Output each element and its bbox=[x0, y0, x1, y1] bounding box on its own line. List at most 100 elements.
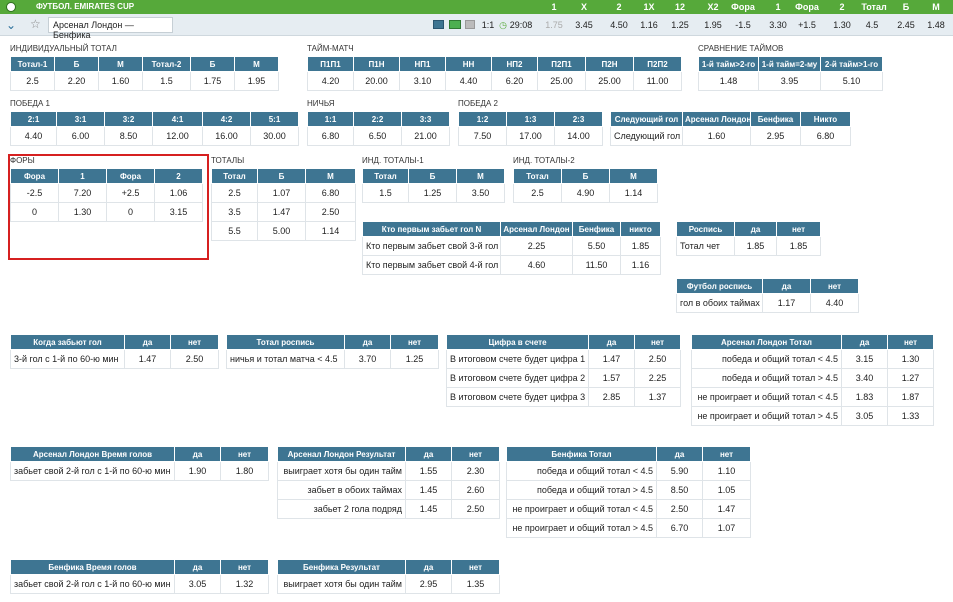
odd-cell[interactable]: 1.45 bbox=[405, 480, 452, 500]
odd-cell[interactable]: 1.17 bbox=[762, 293, 811, 313]
odd-cell[interactable]: 1.07 bbox=[257, 183, 306, 203]
odd-cell[interactable]: 21.00 bbox=[401, 126, 450, 146]
odd-cell[interactable]: 25.00 bbox=[585, 71, 634, 91]
odd-cell[interactable]: 1.85 bbox=[734, 236, 777, 256]
odd-cell[interactable]: 5.5 bbox=[211, 221, 258, 241]
odd-cell[interactable]: 1.80 bbox=[220, 461, 269, 481]
odd-cell[interactable]: 4.40 bbox=[445, 71, 492, 91]
odd-cell[interactable]: 3.30 bbox=[765, 20, 791, 30]
odd-cell[interactable]: 1.60 bbox=[682, 126, 751, 146]
odd-cell[interactable]: 8.50 bbox=[656, 480, 703, 500]
odd-cell[interactable]: 20.00 bbox=[353, 71, 400, 91]
odd-cell[interactable]: 2.50 bbox=[451, 499, 500, 519]
odd-cell[interactable]: 1.48 bbox=[698, 71, 759, 91]
odd-cell[interactable]: 1.57 bbox=[588, 368, 635, 388]
odd-cell[interactable]: 4.60 bbox=[500, 255, 573, 275]
odd-cell[interactable]: 1.07 bbox=[702, 518, 751, 538]
odd-cell[interactable]: 1.47 bbox=[257, 202, 306, 222]
odd-cell[interactable]: 3.95 bbox=[758, 71, 821, 91]
odd-cell[interactable]: 2.5 bbox=[10, 71, 55, 91]
odd-cell[interactable]: 1.05 bbox=[702, 480, 751, 500]
odd-cell[interactable]: 1.83 bbox=[841, 387, 888, 407]
odd-cell[interactable]: 3.5 bbox=[211, 202, 258, 222]
odd-cell[interactable]: 25.00 bbox=[537, 71, 586, 91]
odd-cell[interactable]: 16.00 bbox=[202, 126, 251, 146]
odd-cell[interactable]: 6.80 bbox=[800, 126, 851, 146]
odd-cell[interactable]: 1.75 bbox=[190, 71, 235, 91]
odd-cell[interactable]: 14.00 bbox=[554, 126, 603, 146]
match-name[interactable]: Арсенал Лондон — Бенфика bbox=[48, 17, 173, 40]
odd-cell[interactable]: 1.85 bbox=[776, 236, 821, 256]
odd-cell[interactable]: 1.45 bbox=[405, 499, 452, 519]
odd-cell[interactable]: 1.25 bbox=[408, 183, 457, 203]
odd-cell[interactable]: 3.05 bbox=[174, 574, 221, 594]
odd-cell[interactable]: 2.95 bbox=[405, 574, 452, 594]
odd-cell[interactable]: 1.35 bbox=[451, 574, 500, 594]
odd-cell[interactable]: 2.50 bbox=[305, 202, 356, 222]
odd-cell[interactable]: 7.50 bbox=[458, 126, 507, 146]
odd-cell[interactable]: 2.45 bbox=[893, 20, 919, 30]
odd-cell[interactable]: 4.90 bbox=[561, 183, 610, 203]
odd-cell[interactable]: 3.45 bbox=[571, 20, 597, 30]
odd-cell[interactable]: 1.55 bbox=[405, 461, 452, 481]
odd-cell[interactable]: 5.50 bbox=[572, 236, 621, 256]
odd-cell[interactable]: 2.60 bbox=[451, 480, 500, 500]
odd-cell[interactable]: 1.16 bbox=[636, 20, 662, 30]
field-icon[interactable] bbox=[449, 20, 461, 29]
odd-cell[interactable]: 6.50 bbox=[353, 126, 402, 146]
odd-cell[interactable]: 2.50 bbox=[170, 349, 219, 369]
odd-cell[interactable]: 3.05 bbox=[841, 406, 888, 426]
odd-cell[interactable]: 1.60 bbox=[98, 71, 143, 91]
odd-cell[interactable]: 1.27 bbox=[887, 368, 934, 388]
odd-cell[interactable]: 2.5 bbox=[513, 183, 562, 203]
odd-cell[interactable]: 1.90 bbox=[174, 461, 221, 481]
chevron-down-icon[interactable]: ⌄ bbox=[6, 18, 16, 32]
odd-cell[interactable]: 5.90 bbox=[656, 461, 703, 481]
odd-cell[interactable]: 1.14 bbox=[609, 183, 658, 203]
odd-cell[interactable]: 1.47 bbox=[702, 499, 751, 519]
odd-cell[interactable]: 4.20 bbox=[307, 71, 354, 91]
odd-cell[interactable]: 1.95 bbox=[700, 20, 726, 30]
odd-cell[interactable]: 2.50 bbox=[656, 499, 703, 519]
odd-cell[interactable]: 3.40 bbox=[841, 368, 888, 388]
odd-cell[interactable]: 1.30 bbox=[829, 20, 855, 30]
odd-cell[interactable]: 1.5 bbox=[142, 71, 191, 91]
odd-cell[interactable]: 1.5 bbox=[362, 183, 409, 203]
odd-cell[interactable]: 1.95 bbox=[234, 71, 279, 91]
odd-cell[interactable]: 5.10 bbox=[820, 71, 883, 91]
odd-cell[interactable]: 1.10 bbox=[702, 461, 751, 481]
odd-cell[interactable]: 12.00 bbox=[152, 126, 203, 146]
odd-cell[interactable]: 3.50 bbox=[456, 183, 505, 203]
odd-cell[interactable]: 2.25 bbox=[500, 236, 573, 256]
odd-cell[interactable]: 1.75 bbox=[541, 20, 567, 30]
odd-cell[interactable]: 4.40 bbox=[10, 126, 57, 146]
odd-cell[interactable]: 8.50 bbox=[104, 126, 153, 146]
odd-cell[interactable]: 1.25 bbox=[667, 20, 693, 30]
odd-cell[interactable]: 3.10 bbox=[399, 71, 446, 91]
odd-cell[interactable]: 4.40 bbox=[810, 293, 859, 313]
odd-cell[interactable]: 17.00 bbox=[506, 126, 555, 146]
odd-cell[interactable]: 11.00 bbox=[633, 71, 682, 91]
odd-cell[interactable]: 6.70 bbox=[656, 518, 703, 538]
odd-cell[interactable]: 11.50 bbox=[572, 255, 621, 275]
odd-cell[interactable]: 1.85 bbox=[620, 236, 661, 256]
star-icon[interactable]: ☆ bbox=[30, 17, 41, 31]
odd-cell[interactable]: 30.00 bbox=[250, 126, 299, 146]
odd-cell[interactable]: 1.25 bbox=[390, 349, 439, 369]
odd-cell[interactable]: 1.87 bbox=[887, 387, 934, 407]
odd-cell[interactable]: 6.20 bbox=[491, 71, 538, 91]
odd-cell[interactable]: 2.25 bbox=[634, 368, 681, 388]
odd-cell[interactable]: 2.85 bbox=[588, 387, 635, 407]
odd-cell[interactable]: 2.20 bbox=[54, 71, 99, 91]
odd-cell[interactable]: 2.5 bbox=[211, 183, 258, 203]
odd-cell[interactable]: 3.70 bbox=[344, 349, 391, 369]
odd-cell[interactable]: 1.47 bbox=[124, 349, 171, 369]
odd-cell[interactable]: 3.15 bbox=[841, 349, 888, 369]
odd-cell[interactable]: 1.30 bbox=[887, 349, 934, 369]
stats-icon[interactable] bbox=[433, 20, 444, 29]
odd-cell[interactable]: 1.47 bbox=[588, 349, 635, 369]
odd-cell[interactable]: 1.48 bbox=[923, 20, 949, 30]
odd-cell[interactable]: 1.16 bbox=[620, 255, 661, 275]
odd-cell[interactable]: 5.00 bbox=[257, 221, 306, 241]
odd-cell[interactable]: 6.00 bbox=[56, 126, 105, 146]
